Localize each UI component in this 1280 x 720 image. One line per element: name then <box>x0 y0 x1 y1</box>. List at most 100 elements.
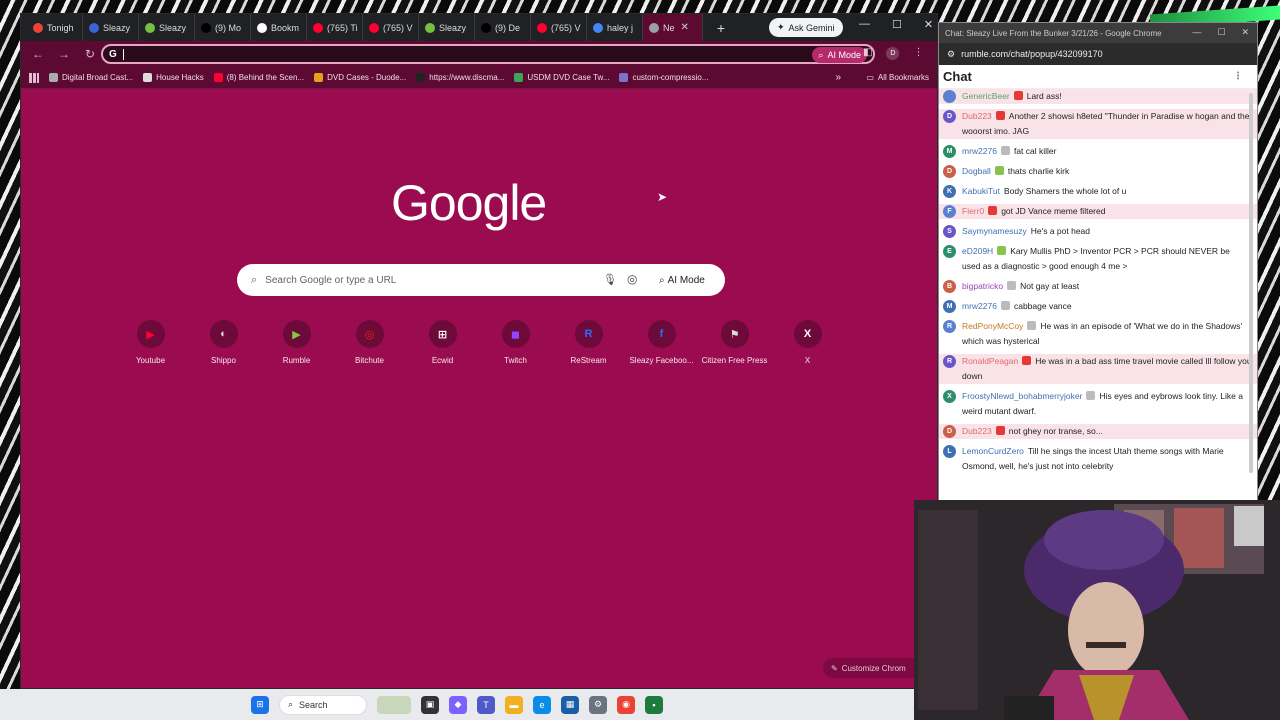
settings-icon[interactable]: ⚙ <box>589 695 607 714</box>
chat-minimize-icon[interactable]: — <box>1192 27 1201 38</box>
shortcut-tile[interactable]: ◼ Twitch <box>479 320 552 365</box>
chat-avatar[interactable]: K <box>943 185 956 198</box>
app-icon[interactable]: ▪ <box>645 695 663 714</box>
teams-icon[interactable]: T <box>477 695 495 714</box>
profile-avatar[interactable]: D <box>886 47 900 60</box>
bookmark-item[interactable]: (8) Behind the Scen... <box>213 73 304 82</box>
chat-avatar[interactable]: R <box>943 320 956 333</box>
shortcut-tile[interactable]: ▶ Youtube <box>114 320 187 365</box>
chat-username[interactable]: Dub223 <box>962 111 992 121</box>
chat-options-icon[interactable]: ⋮ <box>1233 71 1243 82</box>
chat-username[interactable]: KabukiTut <box>962 186 1000 196</box>
side-panel-icon[interactable]: ◧ <box>863 47 872 60</box>
widgets-icon[interactable] <box>377 695 411 714</box>
google-lens-icon[interactable]: ◎ <box>627 272 637 286</box>
chat-url-bar[interactable]: ⚙ rumble.com/chat/popup/432099170 <box>939 43 1257 65</box>
browser-tab[interactable]: Ne ✕ <box>643 14 703 41</box>
chat-scrollbar[interactable] <box>1247 89 1255 481</box>
shortcut-tile[interactable]: ◎ Bitchute <box>333 320 406 365</box>
chat-close-icon[interactable]: ✕ <box>1241 27 1249 38</box>
chrome-icon[interactable]: ◉ <box>617 695 635 714</box>
chat-avatar[interactable]: E <box>943 245 956 258</box>
ai-mode-pill-button[interactable]: ⌕ AI Mode <box>812 47 867 63</box>
chat-username[interactable]: FroostyNlewd_bohabmerryjoker <box>962 391 1082 401</box>
bookmark-item[interactable]: USDM DVD Case Tw... <box>514 73 609 82</box>
shortcut-tile[interactable]: R ReStream <box>552 320 625 365</box>
all-bookmarks-button[interactable]: ▭ All Bookmarks <box>866 73 929 82</box>
chat-username[interactable]: Fierr0 <box>962 206 984 216</box>
chat-maximize-icon[interactable]: ☐ <box>1217 27 1225 38</box>
browser-tab[interactable]: Sleazy <box>139 14 195 41</box>
chat-username[interactable]: LemonCurdZero <box>962 446 1024 456</box>
microphone-icon[interactable]: 🎙 <box>603 273 617 286</box>
tab-close-icon[interactable]: ✕ <box>681 22 689 33</box>
chat-username[interactable]: Dub223 <box>962 426 992 436</box>
browser-tab[interactable]: Bookm <box>251 14 307 41</box>
bookmark-item[interactable]: House Hacks <box>143 73 204 82</box>
maximize-icon[interactable]: ☐ <box>892 18 902 31</box>
chat-scrollbar-thumb[interactable] <box>1249 93 1253 473</box>
chat-username[interactable]: eD209H <box>962 246 993 256</box>
browser-tab[interactable]: (9) De <box>475 14 531 41</box>
close-icon[interactable]: ✕ <box>924 18 933 31</box>
chat-message-list[interactable]: GenericBeer Lard ass! D Dub223 Another 2 sho… <box>939 89 1257 481</box>
shortcut-tile[interactable]: ⚑ Citizen Free Press <box>698 320 771 365</box>
chat-username[interactable]: Saymynamesuzy <box>962 226 1027 236</box>
chat-username[interactable]: mrw2276 <box>962 146 997 156</box>
chat-username[interactable]: RonaldPeagan <box>962 356 1018 366</box>
apps-grid-icon[interactable] <box>29 72 39 83</box>
shortcut-tile[interactable]: XX <box>771 320 844 365</box>
bookmark-item[interactable]: custom-compressio... <box>619 73 709 82</box>
shortcut-tile[interactable]: f Sleazy Faceboo... <box>625 320 698 365</box>
chat-avatar[interactable]: M <box>943 145 956 158</box>
forward-arrow-icon[interactable]: → <box>57 47 71 61</box>
chat-avatar[interactable]: F <box>943 205 956 218</box>
ai-mode-button[interactable]: ⌕ AI Mode <box>653 270 711 290</box>
shortcut-tile[interactable]: ▶ Rumble <box>260 320 333 365</box>
chat-username[interactable]: bigpatricko <box>962 281 1003 291</box>
browser-tab[interactable]: (765) V <box>531 14 587 41</box>
bookmarks-overflow-chevron-icon[interactable]: » <box>835 72 841 83</box>
chat-avatar[interactable]: D <box>943 165 956 178</box>
browser-tab[interactable]: (9) Mo <box>195 14 251 41</box>
chat-username[interactable]: RedPonyMcCoy <box>962 321 1023 331</box>
kebab-menu-icon[interactable]: ⋮ <box>913 47 923 60</box>
chat-avatar[interactable]: S <box>943 225 956 238</box>
task-view-icon[interactable]: ▣ <box>421 695 439 714</box>
bookmark-item[interactable]: Digital Broad Cast... <box>49 73 133 82</box>
back-arrow-icon[interactable]: ← <box>31 47 45 61</box>
copilot-icon[interactable]: ◆ <box>449 695 467 714</box>
chat-username[interactable]: mrw2276 <box>962 301 997 311</box>
chat-avatar[interactable]: D <box>943 110 956 123</box>
minimize-icon[interactable]: — <box>859 18 870 31</box>
bookmark-item[interactable]: DVD Cases - Duode... <box>314 73 406 82</box>
address-bar[interactable]: G ⌕ AI Mode <box>101 44 875 64</box>
chat-username[interactable]: GenericBeer <box>962 91 1010 101</box>
chat-avatar[interactable]: X <box>943 390 956 403</box>
file-explorer-icon[interactable]: ▬ <box>505 695 523 714</box>
store-icon[interactable]: ▦ <box>561 695 579 714</box>
windows-start-icon[interactable]: ⊞ <box>251 695 269 714</box>
browser-tab[interactable]: (765) V <box>363 14 419 41</box>
chat-avatar[interactable] <box>943 90 956 103</box>
chat-username[interactable]: Dogball <box>962 166 991 176</box>
browser-tab[interactable]: Sleazy <box>419 14 475 41</box>
chat-avatar[interactable]: B <box>943 280 956 293</box>
shortcut-tile[interactable]: ⊞ Ecwid <box>406 320 479 365</box>
edge-icon[interactable]: e <box>533 695 551 714</box>
site-info-icon[interactable]: ⚙ <box>947 49 955 60</box>
new-tab-button[interactable]: + <box>711 18 731 38</box>
browser-tab[interactable]: Tonigh <box>27 14 83 41</box>
chat-avatar[interactable]: D <box>943 425 956 438</box>
browser-tab[interactable]: haley j <box>587 14 643 41</box>
browser-tab[interactable]: Sleazy <box>83 14 139 41</box>
chat-avatar[interactable]: M <box>943 300 956 313</box>
browser-tab[interactable]: (765) Ti <box>307 14 363 41</box>
shortcut-tile[interactable]: ◐ Shippo <box>187 320 260 365</box>
newtab-search-box[interactable]: ⌕ Search Google or type a URL 🎙 ◎ ⌕ AI M… <box>237 264 725 296</box>
chat-avatar[interactable]: R <box>943 355 956 368</box>
bookmark-item[interactable]: https://www.discma... <box>416 73 504 82</box>
taskbar-search-box[interactable]: ⌕ Search <box>279 694 367 715</box>
ask-gemini-button[interactable]: ✦ Ask Gemini <box>769 18 843 37</box>
reload-icon[interactable]: ↻ <box>83 47 97 61</box>
